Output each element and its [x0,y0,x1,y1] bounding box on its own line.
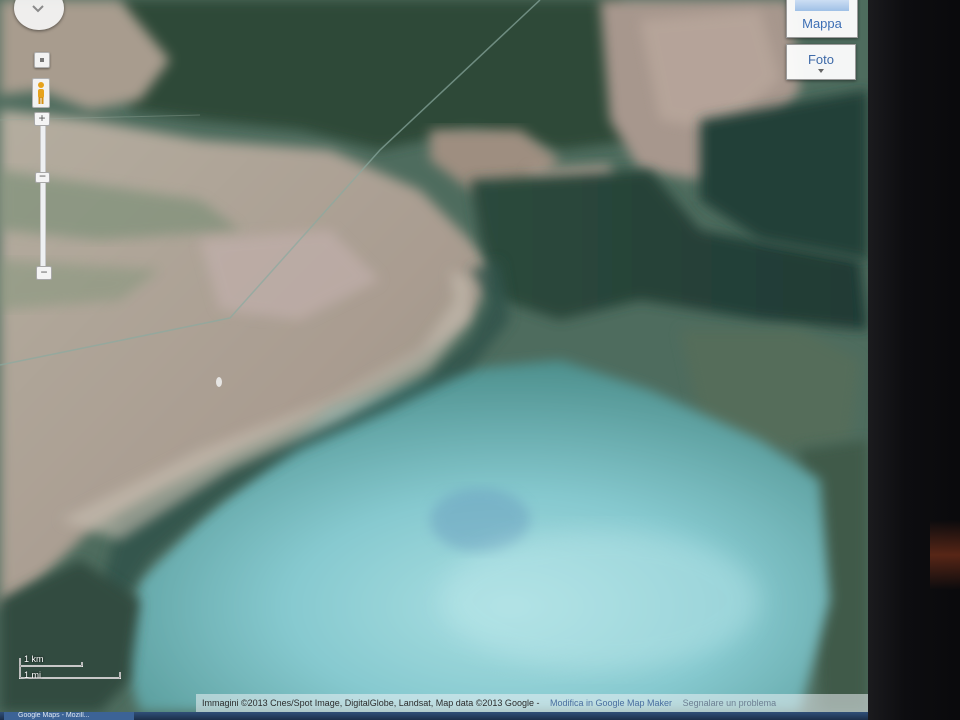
map-type-mappa-button[interactable]: Mappa [786,0,858,38]
map-type-foto-button[interactable]: Foto [786,44,856,80]
map-type-mappa-label: Mappa [802,16,842,31]
landmark-dot [216,377,222,387]
taskbar-browser-item[interactable]: Google Maps - Mozill... [4,712,134,720]
map-type-foto-label: Foto [807,52,834,67]
satellite-imagery[interactable] [0,0,868,712]
map-viewport[interactable]: + − − Mappa Foto 1 km 1 mi Immagini ©201… [0,0,868,712]
zoom-out-button[interactable]: − [36,266,52,280]
zoom-slider-track[interactable] [40,126,46,266]
zoom-in-button[interactable]: + [34,112,50,126]
scale-km-label: 1 km [24,654,44,664]
edit-in-map-maker-link[interactable]: Modifica in Google Map Maker [550,698,672,708]
caret-down-icon [818,69,824,73]
report-problem-link[interactable]: Segnalare un problema [683,698,777,708]
map-thumbnail [795,0,849,11]
monitor-bezel [868,0,960,720]
chevron-down-icon[interactable] [32,4,44,14]
bezel-reflection [930,520,960,590]
pegman-icon [38,82,44,104]
map-attribution: Immagini ©2013 Cnes/Spot Image, DigitalG… [196,694,868,712]
zoom-slider-handle[interactable]: − [35,170,50,183]
zoom-reset-button[interactable] [34,52,50,68]
water-glare [440,530,760,670]
attribution-text: Immagini ©2013 Cnes/Spot Image, DigitalG… [202,698,540,708]
scale-bar: 1 km 1 mi [16,652,126,682]
scale-mi-label: 1 mi [24,670,42,680]
street-view-pegman[interactable] [32,78,50,108]
